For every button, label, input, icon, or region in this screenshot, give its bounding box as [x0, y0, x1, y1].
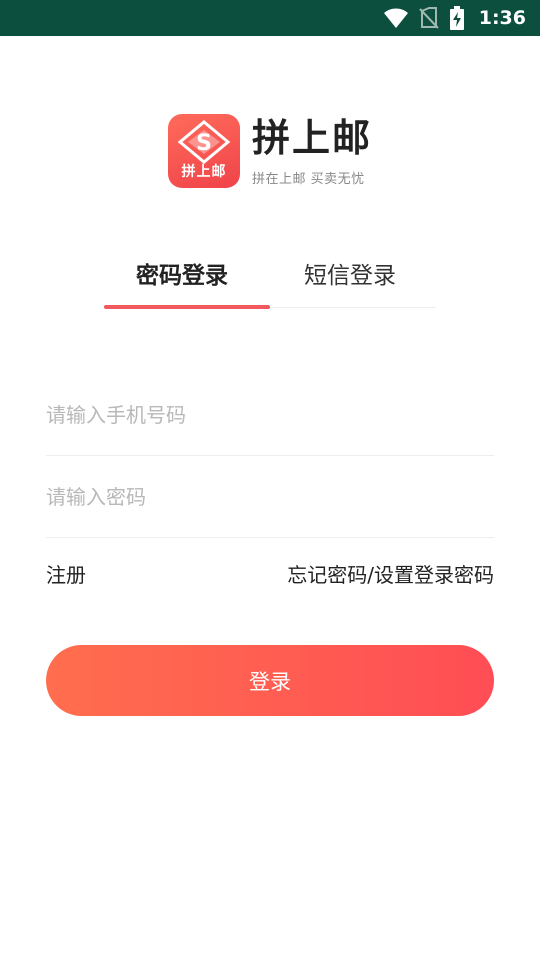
no-sim-icon	[419, 7, 439, 29]
wifi-icon	[383, 7, 409, 29]
login-button[interactable]: 登录	[46, 645, 494, 716]
tab-password-login[interactable]: 密码登录	[136, 250, 228, 296]
password-input[interactable]	[46, 484, 494, 509]
login-tabs: 密码登录 短信登录	[104, 250, 436, 310]
brand-slogan: 拼在上邮 买卖无忧	[252, 172, 365, 187]
auth-links: 注册 忘记密码/设置登录密码	[46, 556, 494, 590]
tab-sms-login[interactable]: 短信登录	[304, 250, 396, 296]
tab-active-indicator	[104, 305, 270, 309]
register-link[interactable]: 注册	[46, 559, 86, 588]
app-logo-label: 拼上邮	[181, 164, 227, 180]
phone-input[interactable]	[46, 402, 494, 427]
brand-name: 拼上邮	[252, 116, 373, 160]
status-bar: 1:36	[0, 0, 540, 36]
brand-header: S 拼上邮 拼上邮 拼在上邮 买卖无忧	[168, 114, 372, 188]
password-field	[46, 456, 494, 538]
app-logo-icon: S 拼上邮	[168, 114, 240, 188]
svg-text:S: S	[196, 131, 212, 156]
battery-charging-icon	[449, 6, 465, 30]
phone-field	[46, 374, 494, 456]
status-time: 1:36	[478, 7, 526, 29]
forgot-password-link[interactable]: 忘记密码/设置登录密码	[287, 559, 494, 588]
